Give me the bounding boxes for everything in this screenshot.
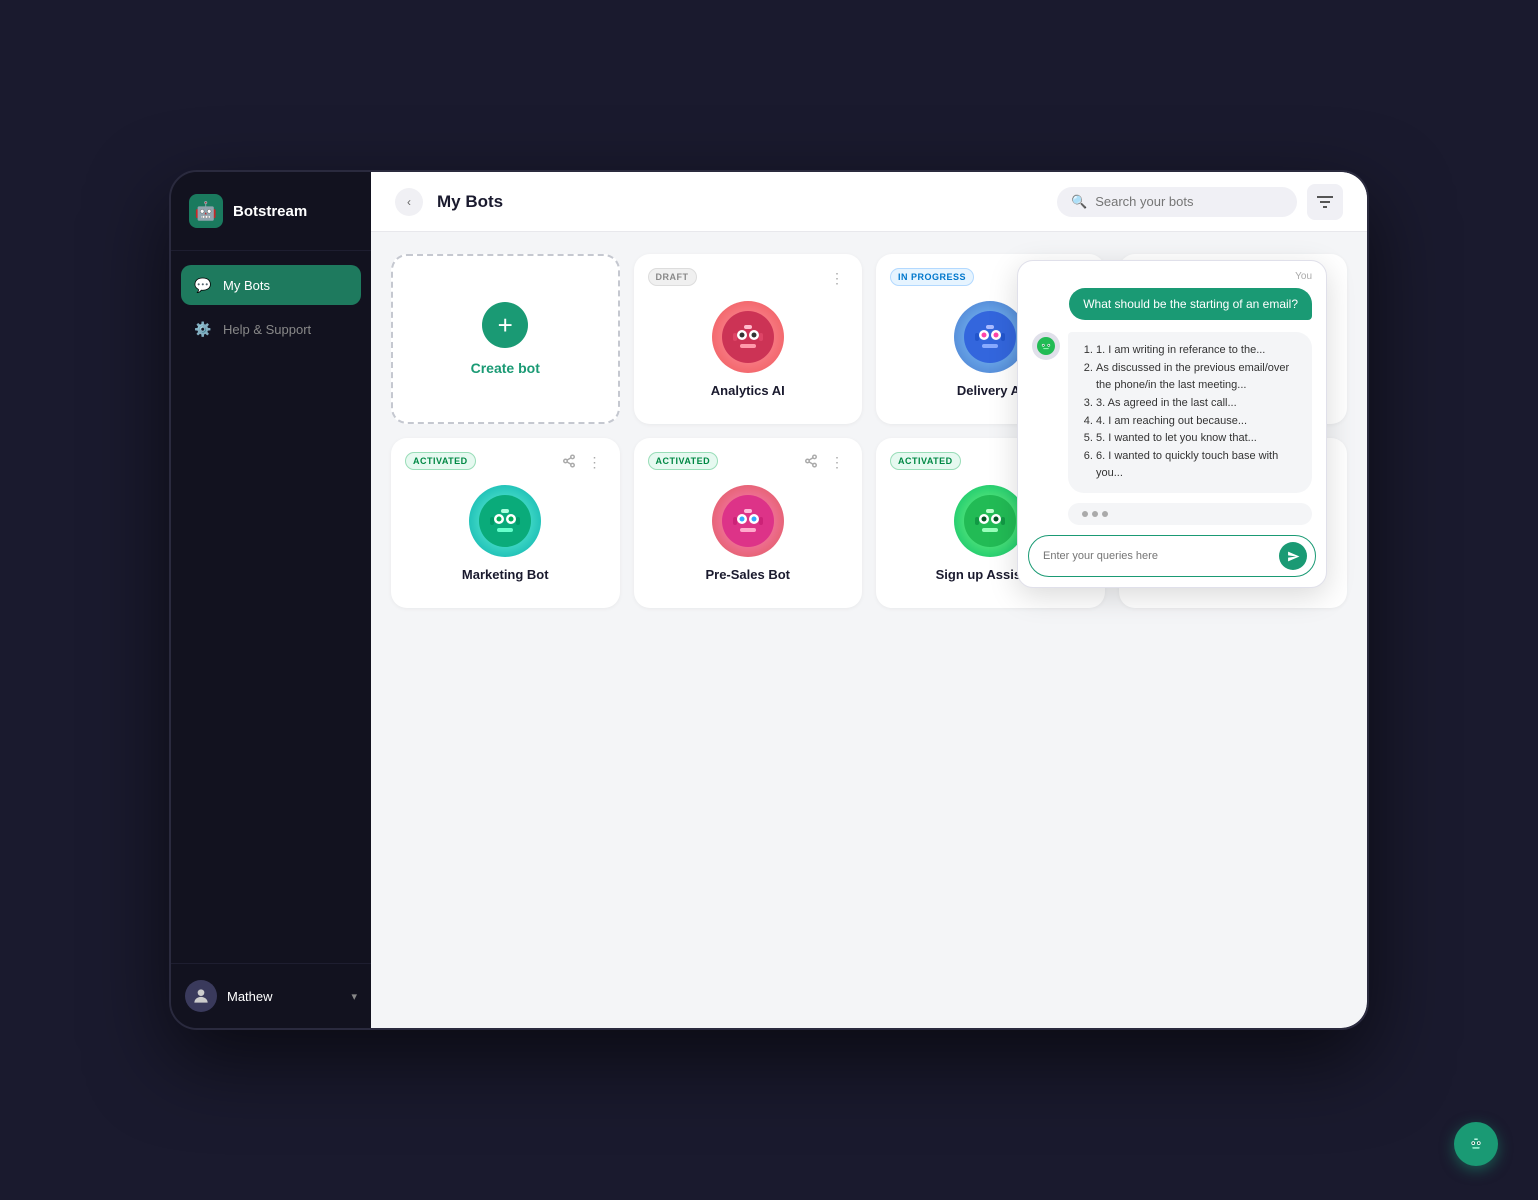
bot-name-delivery: Delivery AI [957, 383, 1024, 398]
card-menu-analytics: ⋮ [826, 268, 848, 289]
menu-button-analytics[interactable]: ⋮ [826, 268, 848, 289]
bot-avatar-pre-sales [712, 485, 784, 557]
bots-icon: 💬 [193, 275, 213, 295]
reply-item-4: 4. I am reaching out because... [1096, 413, 1300, 431]
share-button-pre-sales[interactable] [800, 452, 822, 473]
sidebar: 🤖 Botstream 💬 My Bots ⚙️ Help & Support … [171, 172, 371, 1028]
search-input[interactable] [1095, 194, 1283, 209]
bot-avatar-signup [954, 485, 1026, 557]
bot-avatar-delivery [954, 301, 1026, 373]
bot-name-pre-sales: Pre-Sales Bot [705, 567, 790, 582]
typing-dot-3 [1102, 511, 1108, 517]
reply-item-1: 1. I am writing in referance to the... [1096, 342, 1300, 360]
status-badge-pre-sales: ACTIVATED [648, 452, 719, 470]
chat-bot-response-row: 1. I am writing in referance to the... A… [1018, 332, 1326, 503]
status-badge-delivery: IN PROGRESS [890, 268, 974, 286]
card-menu-pre-sales: ⋮ [800, 452, 848, 473]
user-name: Mathew [227, 989, 341, 1004]
chat-send-button[interactable] [1279, 542, 1307, 570]
help-icon: ⚙️ [193, 319, 213, 339]
typing-dot-2 [1092, 511, 1098, 517]
chat-bot-message: 1. I am writing in referance to the... A… [1068, 332, 1312, 493]
reply-item-2: As discussed in the previous email/over … [1096, 360, 1300, 395]
menu-button-marketing[interactable]: ⋮ [584, 452, 606, 473]
chat-panel: You What should be the starting of an em… [1017, 260, 1327, 588]
chat-bot-avatar [1032, 332, 1060, 360]
card-top-analytics: DRAFT ⋮ [648, 268, 849, 289]
sidebar-item-my-bots[interactable]: 💬 My Bots [181, 265, 361, 305]
bot-card-pre-sales[interactable]: ACTIVATED ⋮ Pre-Sales Bot [634, 438, 863, 608]
chat-user-message: What should be the starting of an email? [1069, 288, 1312, 320]
chevron-down-icon: ▾ [351, 990, 357, 1003]
sidebar-item-label-my-bots: My Bots [223, 278, 270, 293]
avatar [185, 980, 217, 1012]
sidebar-nav: 💬 My Bots ⚙️ Help & Support [171, 251, 371, 963]
content-area: + Create bot DRAFT ⋮ [371, 232, 1367, 1028]
filter-button[interactable] [1307, 184, 1343, 220]
reply-item-6: 6. I wanted to quickly touch base with y… [1096, 448, 1300, 483]
bot-name-marketing: Marketing Bot [462, 567, 549, 582]
status-badge-signup: ACTIVATED [890, 452, 961, 470]
card-top-marketing: ACTIVATED ⋮ [405, 452, 606, 473]
reply-item-3: 3. As agreed in the last call... [1096, 395, 1300, 413]
create-bot-label: Create bot [471, 360, 540, 376]
bot-name-analytics: Analytics AI [711, 383, 785, 398]
chat-input[interactable] [1043, 550, 1271, 562]
share-button-marketing[interactable] [558, 452, 580, 473]
collapse-sidebar-button[interactable]: ‹ [395, 188, 423, 216]
status-badge-marketing: ACTIVATED [405, 452, 476, 470]
header: ‹ My Bots 🔍 [371, 172, 1367, 232]
sidebar-item-help-support[interactable]: ⚙️ Help & Support [181, 309, 361, 349]
card-top-pre-sales: ACTIVATED ⋮ [648, 452, 849, 473]
search-icon: 🔍 [1071, 194, 1087, 210]
bot-card-marketing[interactable]: ACTIVATED ⋮ Marketing Bot [391, 438, 620, 608]
sidebar-item-label-help: Help & Support [223, 322, 311, 337]
reply-item-5: 5. I wanted to let you know that... [1096, 430, 1300, 448]
status-badge-analytics: DRAFT [648, 268, 697, 286]
search-bar: 🔍 [1057, 187, 1297, 217]
main-content: ‹ My Bots 🔍 + [371, 172, 1367, 1028]
sidebar-logo: 🤖 Botstream [171, 172, 371, 251]
bot-avatar-marketing [469, 485, 541, 557]
chat-header-area: You What should be the starting of an em… [1018, 261, 1326, 332]
card-menu-marketing: ⋮ [558, 452, 606, 473]
bot-avatar-analytics [712, 301, 784, 373]
chat-input-row [1028, 535, 1316, 577]
sidebar-user[interactable]: Mathew ▾ [171, 963, 371, 1028]
typing-indicator [1068, 503, 1312, 525]
logo-text: Botstream [233, 203, 307, 220]
logo-icon: 🤖 [189, 194, 223, 228]
content-wrap: + Create bot DRAFT ⋮ [391, 254, 1347, 608]
create-plus-icon: + [482, 302, 528, 348]
create-bot-card[interactable]: + Create bot [391, 254, 620, 424]
typing-dot-1 [1082, 511, 1088, 517]
bot-card-analytics-ai[interactable]: DRAFT ⋮ Analytics AI [634, 254, 863, 424]
page-title: My Bots [437, 192, 1057, 212]
chat-you-label: You [1032, 271, 1312, 282]
menu-button-pre-sales[interactable]: ⋮ [826, 452, 848, 473]
